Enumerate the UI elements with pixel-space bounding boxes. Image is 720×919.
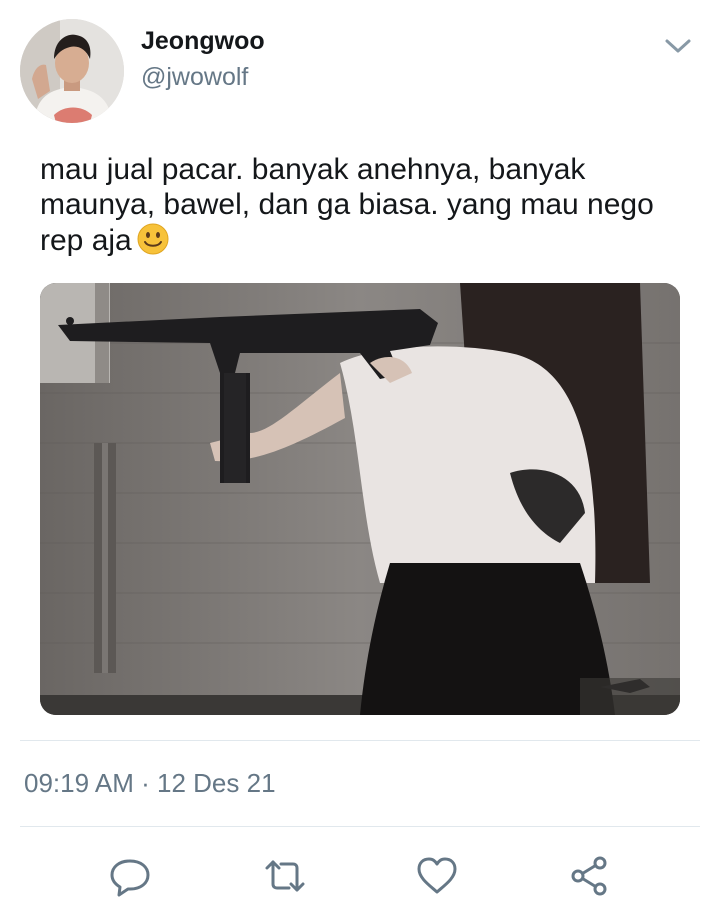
share-icon xyxy=(571,856,607,896)
divider xyxy=(20,826,700,827)
timestamp-separator: · xyxy=(141,768,150,798)
reply-icon xyxy=(110,859,150,897)
retweet-button[interactable] xyxy=(261,852,309,900)
tweet-time: 09:19 AM xyxy=(24,768,134,798)
tweet-body: mau jual pacar. banyak anehnya, banyak m… xyxy=(40,153,663,257)
chevron-down-icon xyxy=(665,39,691,53)
tweet-photo[interactable] xyxy=(40,283,680,715)
tweet-header: Jeongwoo @jwowolf xyxy=(0,0,720,140)
more-options-button[interactable] xyxy=(658,28,698,64)
heart-icon xyxy=(417,857,457,894)
tweet-timestamp[interactable]: 09:19 AM · 12 Des 21 xyxy=(24,766,276,800)
slightly-smiling-face-icon xyxy=(136,222,170,264)
like-button[interactable] xyxy=(413,852,461,900)
tweet-text: mau jual pacar. banyak anehnya, banyak m… xyxy=(40,152,700,264)
avatar[interactable] xyxy=(20,19,124,123)
display-name[interactable]: Jeongwoo xyxy=(141,26,265,56)
photo-image xyxy=(40,283,680,715)
user-handle[interactable]: @jwowolf xyxy=(141,62,248,92)
retweet-icon xyxy=(265,860,305,892)
divider xyxy=(20,740,700,741)
tweet-date: 12 Des 21 xyxy=(157,768,276,798)
tweet-actions xyxy=(0,846,720,906)
avatar-image xyxy=(20,19,124,123)
reply-button[interactable] xyxy=(106,852,154,900)
share-button[interactable] xyxy=(566,852,614,900)
